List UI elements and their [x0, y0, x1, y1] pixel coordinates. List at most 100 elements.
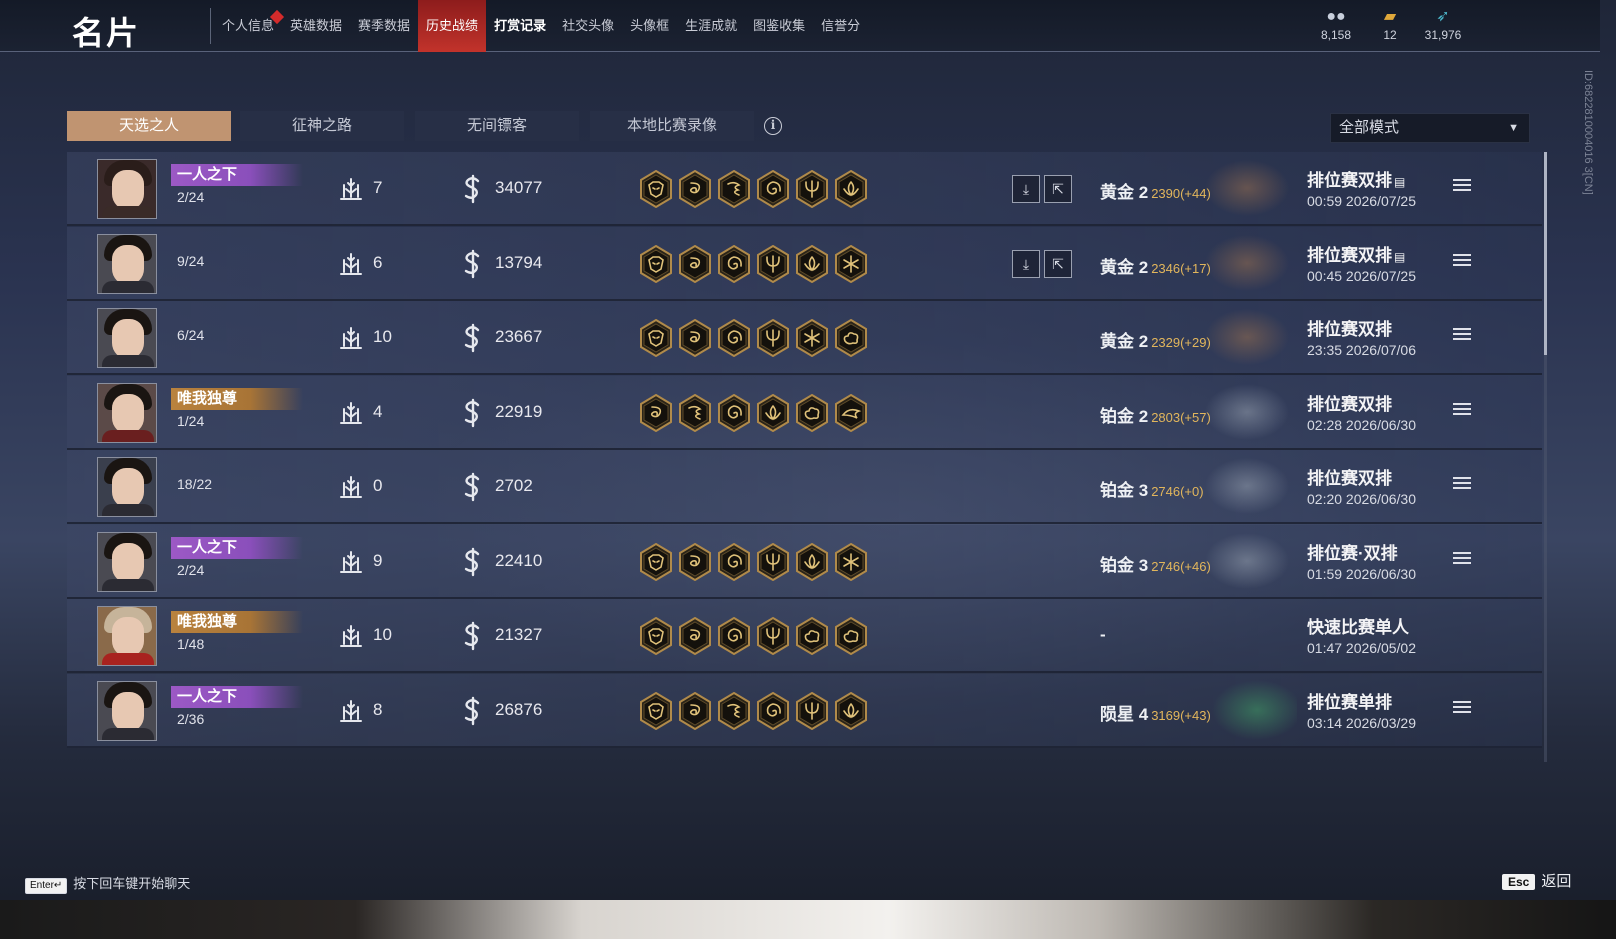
placement: 1/48: [177, 636, 205, 652]
enter-key: Enter↵: [25, 878, 68, 894]
tab-1[interactable]: 天选之人: [67, 111, 231, 141]
mode-filter-value: 全部模式: [1339, 119, 1400, 136]
game-mode-label: 排位赛双排: [1307, 469, 1392, 488]
rank-tier: 黄金 2 2346(+17): [1100, 253, 1211, 278]
game-mode: 排位赛·双排: [1307, 539, 1398, 564]
share-button[interactable]: ⇱: [1044, 175, 1072, 203]
spiral-icon: [717, 318, 751, 358]
menu-icon[interactable]: [1453, 253, 1471, 270]
tab-2[interactable]: 征神之路: [240, 111, 404, 141]
kills-value: 0: [373, 476, 383, 495]
kills-icon: [337, 473, 365, 501]
spiral-icon: [717, 616, 751, 656]
player-avatar[interactable]: [97, 159, 157, 219]
score-value: 22919: [495, 401, 543, 421]
match-row[interactable]: 18/22 0 2702 铂金 3 2746(+0) 排位赛双排 02:20 2026/06…: [67, 450, 1542, 524]
player-avatar[interactable]: [97, 382, 157, 443]
avatar-clothes: [102, 280, 154, 293]
kills-icon: [337, 324, 365, 352]
tab-4[interactable]: 本地比赛录像: [590, 111, 754, 141]
tier-name: 铂金 3: [1100, 481, 1149, 500]
avatar-clothes: [102, 578, 154, 591]
rank-tier: 铂金 3 2746(+46): [1100, 551, 1211, 576]
game-mode: 排位赛单排: [1307, 688, 1392, 713]
tier-name: 陨星 4: [1100, 704, 1149, 724]
nav-item[interactable]: 图鉴收集: [745, 0, 813, 52]
nav-item[interactable]: 头像框: [622, 0, 677, 52]
info-icon[interactable]: i: [764, 117, 782, 135]
match-row[interactable]: 一人之下 2/24 9 22410 铂金 3 2746(+46) 排位赛·双排 01:59 2…: [67, 524, 1542, 599]
menu-icon[interactable]: [1453, 477, 1471, 493]
nav-item-label: 图鉴收集: [753, 18, 806, 33]
download-button[interactable]: ⤓: [1012, 175, 1040, 203]
rank-tier: -: [1100, 625, 1106, 645]
nav-item[interactable]: 生涯成就: [677, 0, 745, 52]
tier-points: 2329(+29): [1151, 335, 1211, 350]
match-row[interactable]: 唯我独尊 1/48 10 21327 - 快速比赛单人 01:47 2026/05/02: [67, 599, 1542, 673]
back-label: 返回: [1541, 873, 1572, 890]
equipment-list: [639, 318, 873, 358]
tab-3[interactable]: 无间镖客: [415, 111, 579, 141]
match-row[interactable]: 唯我独尊 1/24 4 22919 铂金 2 2803(+57) 排位赛双排 02:28 20…: [67, 375, 1542, 450]
tier-name: 铂金 2: [1100, 406, 1149, 426]
kills-value: 10: [373, 327, 392, 346]
avatar-clothes: [102, 206, 154, 218]
nav-item[interactable]: 英雄数据: [282, 0, 350, 52]
avatar-clothes: [102, 727, 154, 740]
player-avatar[interactable]: [97, 606, 157, 666]
avatar-clothes: [102, 653, 154, 665]
lotus-icon: [834, 691, 868, 730]
nav-item-label: 社交头像: [562, 18, 615, 33]
cloud-icon: [834, 318, 868, 358]
player-avatar[interactable]: [97, 680, 157, 741]
nav-item[interactable]: 历史战绩: [418, 0, 487, 52]
game-mode: 排位赛双排 ▤: [1307, 241, 1405, 266]
nav-item[interactable]: 赛季数据: [350, 0, 418, 52]
nav-item[interactable]: 个人信息: [214, 0, 285, 52]
menu-icon[interactable]: [1453, 328, 1471, 344]
nav-item-label: 赛季数据: [358, 18, 411, 33]
dragon-coil-icon: [678, 318, 712, 358]
player-avatar[interactable]: [97, 531, 157, 592]
nav-item[interactable]: 信誉分: [813, 0, 868, 52]
mode-filter-dropdown[interactable]: 全部模式 ▼: [1330, 113, 1530, 143]
tier-points: 2346(+17): [1151, 260, 1211, 276]
top-bar: 名片 个人信息 英雄数据 赛季数据 历史战绩 打赏记录 社交头像 头像框 生涯成就 图鉴收集 信誉…: [0, 0, 1600, 52]
menu-icon[interactable]: [1453, 700, 1471, 717]
menu-icon[interactable]: [1453, 551, 1471, 568]
demon-mask-icon: [639, 244, 673, 283]
match-row[interactable]: 9/24 6 13794 ⤓ ⇱ 黄金 2 2346(+17) 排位赛双排 ▤ 00:45 202…: [67, 226, 1542, 301]
trident-icon: [756, 244, 790, 283]
demon-mask-icon: [639, 691, 673, 730]
player-avatar[interactable]: [97, 457, 157, 517]
demon-mask-icon: [639, 616, 673, 656]
trident-icon: [756, 616, 790, 656]
cloud-icon: [795, 616, 829, 656]
nav-item[interactable]: 社交头像: [554, 0, 622, 52]
currency-value: 12: [1383, 28, 1397, 42]
game-mode-label: 排位赛双排: [1307, 245, 1392, 265]
currency-value: 8,158: [1320, 28, 1352, 42]
menu-icon[interactable]: [1453, 179, 1471, 195]
placement: 2/36: [177, 710, 205, 727]
match-row[interactable]: 一人之下 2/36 8 26876 陨星 4 3169(+43) 排位赛单排 03:14 20…: [67, 673, 1542, 748]
match-row[interactable]: 6/24 10 23667 黄金 2 2329(+29) 排位赛双排 23:35 2026/…: [67, 301, 1542, 375]
player-avatar[interactable]: [97, 308, 157, 368]
avatar-clothes: [102, 504, 154, 516]
equipment-list: [639, 691, 873, 730]
back-button[interactable]: Esc 返回: [1502, 870, 1571, 891]
tier-name: 黄金 2: [1100, 183, 1149, 202]
nav-item[interactable]: 打赏记录: [486, 0, 554, 52]
trident-icon: [756, 542, 790, 581]
player-avatar[interactable]: [97, 233, 157, 294]
download-button[interactable]: ⤓: [1012, 249, 1040, 278]
game-mode: 排位赛双排: [1307, 315, 1392, 340]
score-value: 2702: [495, 476, 533, 495]
rank-tier: 黄金 2 2329(+29): [1100, 327, 1211, 352]
menu-icon[interactable]: [1453, 402, 1471, 419]
trident-icon: [795, 169, 829, 209]
match-row[interactable]: 一人之下 2/24 7 34077 ⤓ ⇱ 黄金 2 2390(+44) 排位赛双排 ▤ 00:59…: [67, 152, 1542, 226]
score-value: 34077: [495, 178, 543, 197]
scrollbar-thumb[interactable]: [1544, 152, 1547, 355]
share-button[interactable]: ⇱: [1044, 249, 1072, 278]
